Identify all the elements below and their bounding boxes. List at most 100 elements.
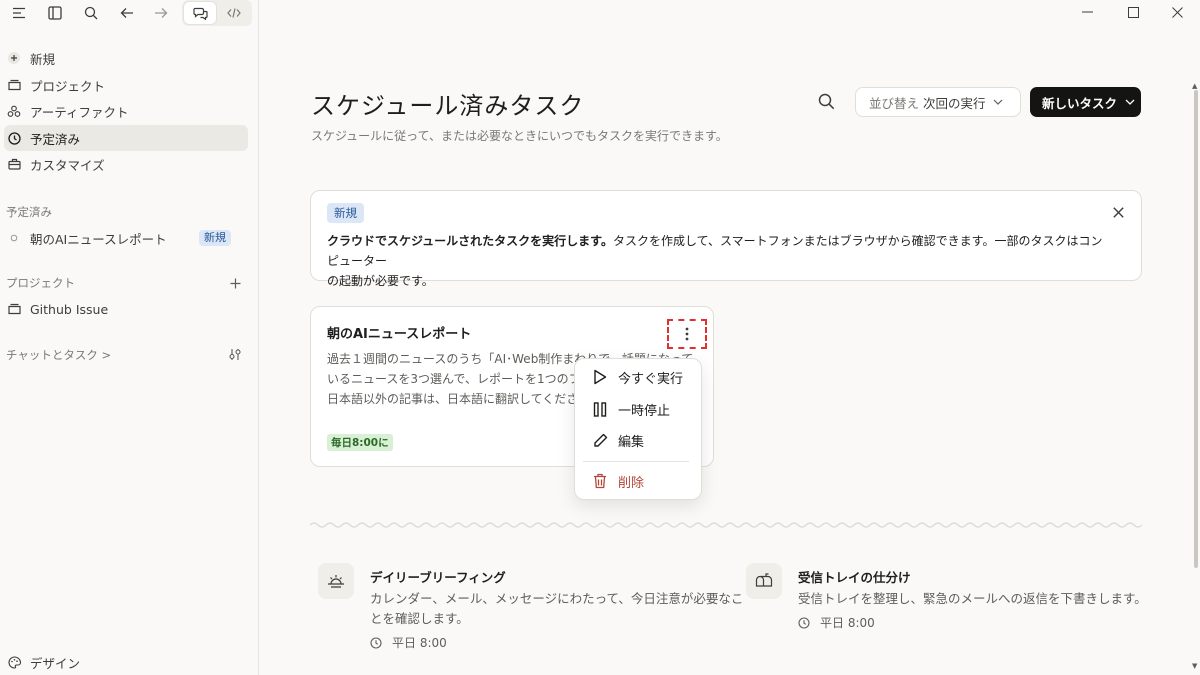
chat-mode-button[interactable] [184,2,216,24]
chevron-down-icon [1125,99,1135,105]
menu-delete-label: 削除 [618,475,645,491]
template-time-label: 平日 8:00 [392,636,447,650]
nav-scheduled[interactable]: 予定済み [4,125,248,151]
sort-dropdown[interactable]: 並び替え 次回の実行 [855,87,1021,117]
template-description: カレンダー、メール、メッセージにわたって、今日注意が必要なこ とを確認します。 [370,589,743,629]
task-options-button[interactable] [667,319,707,349]
schedule-badge: 毎日8:00に [327,434,393,451]
template-desc-line: 受信トレイを整理し、緊急のメールへの返信を下書きします。 [798,591,1147,606]
scrollbar-thumb[interactable] [1194,90,1198,568]
menu-divider [583,461,689,462]
briefcase-icon [7,157,21,171]
nav-customize[interactable]: カスタマイズ [4,151,248,177]
page-subtitle: スケジュールに従って、または必要なときにいつでもタスクを実行できます。 [311,129,728,143]
template-name: デイリーブリーフィング [370,570,506,585]
nav-artifacts-label: アーティファクト [30,104,129,120]
code-mode-button[interactable] [222,4,246,22]
sidebar-toggle-icon[interactable] [45,3,65,23]
template-time-label: 平日 8:00 [820,616,875,630]
template-time: 平日 8:00 [370,634,447,651]
search-icon [818,93,834,109]
scheduled-section-label: 予定済み [6,205,52,219]
menu-pause-label: 一時停止 [618,403,671,419]
new-task-button[interactable]: 新しいタスク [1030,87,1141,117]
sunrise-icon [318,563,354,599]
sliders-icon [229,348,241,360]
banner-text-line2: の起動が必要です。 [327,274,434,288]
filter-button[interactable] [228,347,242,361]
sort-prefix: 並び替え [869,95,920,111]
task-name: 朝のAIニュースレポート [327,327,472,342]
search-icon[interactable] [81,3,101,23]
code-icon [227,8,241,18]
template-desc-line: カレンダー、メール、メッセージにわたって、今日注意が必要なこ [370,591,744,606]
sort-value: 次回の実行 [923,95,986,111]
trash-icon [591,472,609,490]
artifact-icon [7,104,21,118]
menu-pause[interactable]: 一時停止 [583,395,695,423]
palette-icon [7,655,21,669]
menu-delete[interactable]: 削除 [583,467,695,495]
folder-icon [7,78,21,92]
footer-design-label: デザイン [30,655,81,671]
chevron-down-icon [993,99,1002,105]
clock-icon [370,636,382,649]
circle-icon [7,231,21,245]
page-title: スケジュール済みタスク [311,92,585,120]
scheduled-item[interactable]: 朝のAIニュースレポート 新規 [4,225,248,251]
cloud-tasks-banner: 新規 クラウドでスケジュールされたタスクを実行します。タスクを作成して、スマート… [310,190,1142,288]
new-badge: 新規 [199,230,231,246]
play-icon [591,368,609,386]
clock-icon [7,131,21,145]
plus-icon [230,278,240,288]
scheduled-item-label: 朝のAIニュースレポート [30,231,167,247]
maximize-button[interactable] [1110,0,1156,24]
clock-icon [798,616,810,629]
pause-icon [591,400,609,418]
template-time: 平日 8:00 [798,614,875,631]
dismiss-banner-button[interactable] [1109,203,1127,221]
nav-new[interactable]: 新規 [4,45,248,71]
folder-icon [7,302,21,316]
close-icon [1112,206,1124,218]
wavy-divider [310,522,1142,528]
forward-arrow-icon[interactable] [151,3,171,23]
nav-projects[interactable]: プロジェクト [4,72,248,98]
scroll-up-arrow[interactable]: ▲ [1192,82,1197,90]
mode-switcher [182,0,252,26]
nav-new-label: 新規 [30,51,56,67]
nav-customize-label: カスタマイズ [30,157,105,173]
more-vertical-icon [685,327,689,341]
footer-design[interactable]: デザイン [4,649,248,675]
plus-circle-icon [7,51,21,65]
menu-edit[interactable]: 編集 [583,426,695,454]
pencil-icon [591,431,609,449]
minimize-icon [1081,11,1093,13]
add-project-button[interactable] [228,276,242,290]
banner-bold-text: クラウドでスケジュールされたタスクを実行します。 [327,234,613,248]
task-context-menu: 今すぐ実行 一時停止 編集 削除 [574,358,702,500]
close-icon [1171,6,1183,18]
mailbox-icon [746,563,782,599]
close-window-button[interactable] [1154,0,1200,24]
nav-artifacts[interactable]: アーティファクト [4,98,248,124]
back-arrow-icon[interactable] [117,3,137,23]
nav-scheduled-label: 予定済み [30,131,81,147]
menu-icon[interactable] [9,3,29,23]
project-item-label: Github Issue [30,301,109,317]
sidebar: 新規 プロジェクト アーティファクト 予定済み カスタマイズ 予定済み 朝のAI… [0,0,259,675]
template-desc-line: とを確認します。 [370,611,469,626]
sidebar-toolbar [0,0,259,26]
menu-edit-label: 編集 [618,434,645,450]
template-description: 受信トレイを整理し、緊急のメールへの返信を下書きします。 [798,589,1147,609]
project-item-github-issue[interactable]: Github Issue [4,296,248,322]
template-name: 受信トレイの仕分け [798,570,911,585]
search-tasks-button[interactable] [815,90,837,112]
new-tag: 新規 [327,203,364,223]
menu-run-now[interactable]: 今すぐ実行 [583,363,695,391]
projects-section-label: プロジェクト [6,276,75,290]
chats-section-label[interactable]: チャットとタスク > [6,347,111,363]
minimize-button[interactable] [1064,0,1110,24]
scroll-down-arrow[interactable]: ▼ [1192,662,1197,670]
new-task-label: 新しいタスク [1042,95,1118,111]
